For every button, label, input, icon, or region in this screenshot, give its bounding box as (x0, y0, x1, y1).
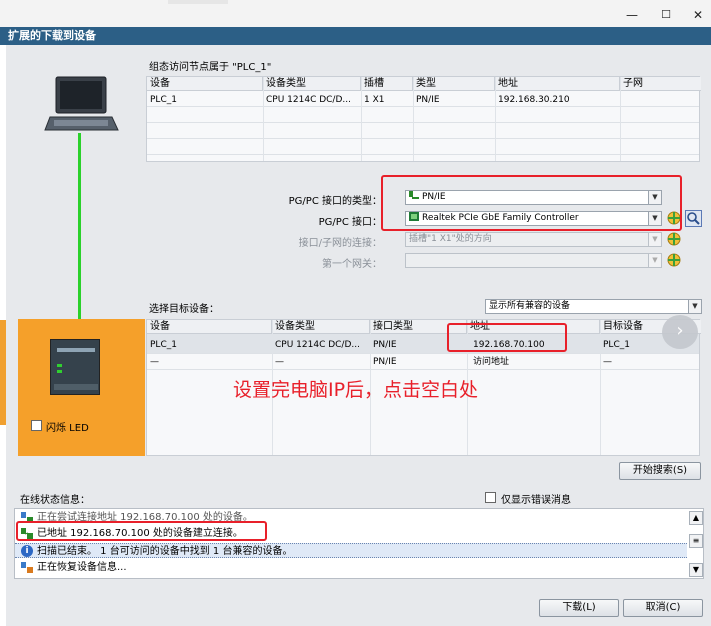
gateway-dropdown: ▼ (405, 253, 662, 268)
annotation-text: 设置完电脑IP后，点击空白处 (233, 379, 479, 401)
col-header: 设备类型 (263, 77, 361, 91)
dropdown-arrow-icon[interactable]: ▼ (688, 300, 701, 313)
status-log: 正在尝试连接地址 192.168.70.100 处的设备。 已地址 192.16… (14, 508, 704, 579)
only-errors-checkbox[interactable] (485, 492, 496, 503)
log-text: 扫描已结束。 1 台可访问的设备中找到 1 台兼容的设备。 (37, 546, 293, 557)
gateway-label: 第一个网关： (322, 259, 382, 270)
pc-nodes-table: 设备 设备类型 插槽 类型 地址 子网 PLC_1 CPU 1214C DC/D… (146, 76, 701, 162)
target-section-label: 选择目标设备： (149, 304, 219, 315)
log-row-3: 正在恢复设备信息... (15, 560, 687, 575)
table-cell[interactable]: CPU 1214C DC/D... (263, 93, 361, 107)
device-filter-dropdown[interactable]: 显示所有兼容的设备 ▼ (485, 299, 702, 314)
device-filter-value: 显示所有兼容的设备 (489, 301, 571, 311)
table-cell[interactable]: PN/IE (413, 93, 495, 107)
col-header: 插槽 (361, 77, 413, 91)
col-header: 类型 (413, 77, 495, 91)
properties-button[interactable] (685, 210, 702, 227)
plc-icon (50, 339, 100, 395)
subnet-connection-dropdown: 插槽"1 X1"处的方向 ▼ (405, 232, 662, 247)
online-status-label: 在线状态信息： (20, 495, 90, 506)
table-cell[interactable]: — (147, 355, 272, 369)
download-button[interactable]: 下载(L) (539, 599, 619, 617)
info-icon: i (21, 545, 33, 557)
subnet-connection-value: 插槽"1 X1"处的方向 (409, 234, 492, 244)
pc-section-header: 组态访问节点属于 "PLC_1" (149, 62, 272, 73)
scroll-menu-icon[interactable]: ≡ (689, 534, 703, 548)
cancel-button[interactable]: 取消(C) (623, 599, 703, 617)
status-globe-icon (667, 253, 681, 267)
start-search-button[interactable]: 开始搜索(S) (619, 462, 701, 480)
highlight-box-interface (381, 175, 682, 231)
scroll-right-icon[interactable]: › (662, 315, 698, 349)
dropdown-arrow-icon: ▼ (648, 254, 661, 267)
magnifier-icon (687, 212, 700, 225)
flash-led-checkbox[interactable] (31, 420, 42, 431)
log-text: 正在恢复设备信息... (37, 562, 127, 573)
connection-line (78, 133, 81, 343)
table-cell[interactable]: CPU 1214C DC/D... (272, 338, 370, 352)
status-globe-icon (667, 232, 681, 246)
col-header: 地址 (495, 77, 620, 91)
table-cell[interactable]: PLC_1 (147, 93, 263, 107)
pc-icon (44, 76, 119, 131)
window-chrome (0, 0, 711, 30)
log-row-2: i 扫描已结束。 1 台可访问的设备中找到 1 台兼容的设备。 (15, 543, 687, 558)
table-cell[interactable]: 访问地址 (467, 355, 600, 369)
flash-led-label: 闪烁 LED (46, 423, 89, 434)
dialog-title: 扩展的下载到设备 (0, 27, 711, 45)
dropdown-arrow-icon: ▼ (648, 233, 661, 246)
scroll-down-icon[interactable]: ▼ (689, 563, 703, 577)
col-header: 子网 (620, 77, 701, 91)
table-cell[interactable]: 192.168.30.210 (495, 93, 620, 107)
interface-label: PG/PC 接口： (318, 217, 382, 228)
table-cell[interactable]: — (600, 355, 701, 369)
col-header: 设备类型 (272, 320, 370, 334)
subnet-connection-label: 接口/子网的连接： (298, 238, 382, 249)
maximize-button[interactable]: ☐ (656, 6, 676, 24)
minimize-button[interactable]: — (622, 6, 642, 24)
table-cell[interactable]: 1 X1 (361, 93, 413, 107)
highlight-box-address (447, 323, 567, 352)
background-tab (168, 0, 228, 4)
only-errors-label: 仅显示错误消息 (501, 495, 571, 506)
restore-icon (21, 562, 33, 573)
interface-type-label: PG/PC 接口的类型： (288, 196, 382, 207)
table-cell[interactable]: PLC_1 (147, 338, 272, 352)
table-cell[interactable]: — (272, 355, 370, 369)
table-cell[interactable]: PN/IE (370, 355, 467, 369)
scroll-up-icon[interactable]: ▲ (689, 511, 703, 525)
col-header: 设备 (147, 77, 263, 91)
col-header: 设备 (147, 320, 272, 334)
close-button[interactable]: ✕ (688, 6, 708, 24)
highlight-box-status (16, 521, 267, 541)
